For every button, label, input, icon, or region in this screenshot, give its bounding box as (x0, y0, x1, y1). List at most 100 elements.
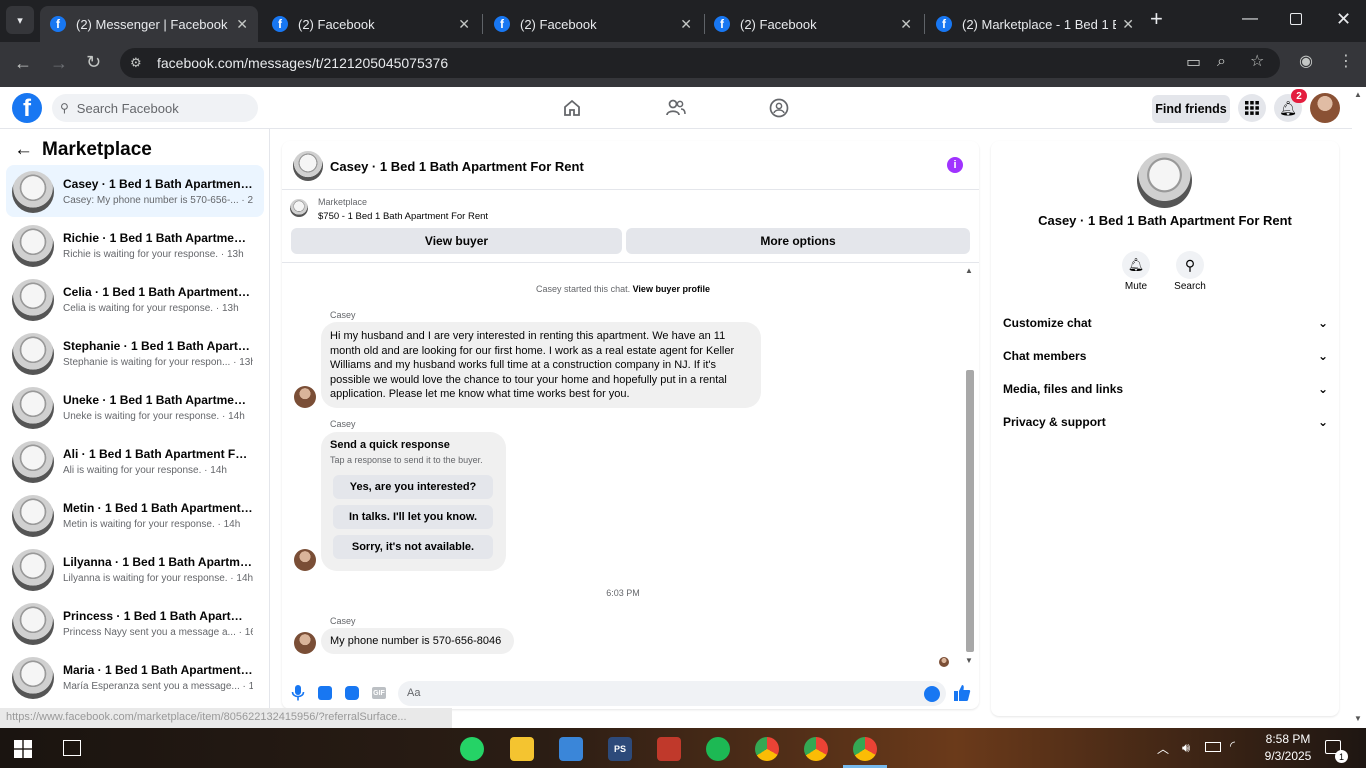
customize-chat-section[interactable]: Customize chat ⌄ (1003, 316, 1328, 330)
search-input[interactable]: ⚲ Search Facebook (52, 94, 258, 122)
conversation-item[interactable]: Ali · 1 Bed 1 Bath Apartment For Rent Ali… (6, 435, 264, 487)
photo-icon[interactable] (318, 686, 332, 700)
tab-facebook-3[interactable]: f (2) Facebook ✕ (704, 6, 922, 42)
home-nav-icon[interactable] (563, 99, 581, 116)
view-buyer-button[interactable]: View buyer (291, 228, 622, 254)
conversation-item[interactable]: Stephanie · 1 Bed 1 Bath Apartment For R… (6, 327, 264, 379)
sender-avatar[interactable] (294, 549, 316, 571)
conversation-item[interactable]: Uneke · 1 Bed 1 Bath Apartment For Rent U… (6, 381, 264, 433)
quick-response-in-talks[interactable]: In talks. I'll let you know. (333, 505, 493, 529)
search-conversation-button[interactable]: ⚲ (1176, 251, 1204, 279)
whatsapp-icon[interactable] (460, 737, 484, 761)
install-app-icon[interactable]: ▭ (1186, 55, 1201, 71)
chrome-icon[interactable] (755, 737, 779, 761)
chat-title[interactable]: Casey · 1 Bed 1 Bath Apartment For Rent (330, 159, 584, 174)
privacy-support-section[interactable]: Privacy & support ⌄ (1003, 415, 1328, 429)
conversation-item[interactable]: Richie · 1 Bed 1 Bath Apartment For Rent… (6, 219, 264, 271)
divider (282, 189, 979, 190)
conversation-item[interactable]: Celia · 1 Bed 1 Bath Apartment For Rent C… (6, 273, 264, 325)
clock-date[interactable]: 9/3/2025 (1258, 749, 1318, 763)
emoji-icon[interactable] (924, 686, 940, 702)
windows-start-icon[interactable] (14, 740, 32, 758)
close-tab-icon[interactable]: ✕ (458, 16, 470, 33)
wifi-icon[interactable]: ◜ (1230, 738, 1235, 754)
close-tab-icon[interactable]: ✕ (1122, 16, 1134, 33)
photoshop-icon[interactable]: PS (608, 737, 632, 761)
microsoft-store-icon[interactable] (559, 737, 583, 761)
battery-icon[interactable] (1205, 742, 1221, 752)
chat-scrollbar-thumb[interactable] (966, 370, 974, 652)
message-bubble[interactable]: My phone number is 570-656-8046 (321, 628, 514, 654)
page-scroll-down-icon[interactable]: ▼ (1354, 714, 1362, 723)
task-view-icon[interactable] (63, 740, 81, 756)
profile-icon[interactable]: ◉ (1299, 54, 1313, 70)
new-tab-button[interactable]: + (1150, 8, 1163, 30)
media-files-links-section[interactable]: Media, files and links ⌄ (1003, 382, 1328, 396)
page-scroll-up-icon[interactable]: ▲ (1354, 90, 1362, 99)
conversation-item[interactable]: Casey · 1 Bed 1 Bath Apartment For Rent C… (6, 165, 264, 217)
volume-icon[interactable]: 🔊︎ (1182, 740, 1190, 756)
conversation-name: Metin · 1 Bed 1 Bath Apartment For Rent (63, 501, 253, 515)
bookmark-star-icon[interactable]: ☆ (1250, 54, 1264, 70)
sender-avatar[interactable] (294, 386, 316, 408)
close-window-button[interactable]: ✕ (1336, 9, 1351, 30)
tab-search-button[interactable]: ▾ (6, 6, 34, 34)
conversation-item[interactable]: Metin · 1 Bed 1 Bath Apartment For Rent M… (6, 489, 264, 541)
minimize-button[interactable]: — (1242, 10, 1258, 28)
more-options-button[interactable]: More options (626, 228, 970, 254)
tray-chevron-icon[interactable]: ︿ (1157, 740, 1169, 757)
forward-icon[interactable]: → (50, 54, 68, 72)
panel-title: Marketplace (42, 139, 152, 160)
site-info-icon[interactable]: ⚙ (130, 55, 142, 71)
groups-nav-icon[interactable] (769, 98, 789, 118)
clock-time[interactable]: 8:58 PM (1258, 732, 1318, 746)
microphone-icon[interactable] (291, 685, 305, 701)
like-thumb-icon[interactable] (953, 684, 971, 702)
chat-scroll-up-icon[interactable]: ▲ (965, 266, 973, 275)
info-icon[interactable]: i (947, 157, 963, 173)
sender-avatar[interactable] (294, 632, 316, 654)
back-icon[interactable]: ← (14, 54, 32, 72)
chrome-active-icon[interactable] (853, 737, 877, 761)
menu-grid-button[interactable] (1238, 94, 1266, 122)
close-tab-icon[interactable]: ✕ (236, 16, 248, 33)
chrome-profile-icon[interactable] (804, 737, 828, 761)
tab-marketplace[interactable]: f (2) Marketplace - 1 Bed 1 Ba ✕ (926, 6, 1144, 42)
quick-response-not-available[interactable]: Sorry, it's not available. (333, 535, 493, 559)
restore-button[interactable] (1290, 13, 1302, 25)
url-text[interactable]: facebook.com/messages/t/2121205045075376 (157, 55, 448, 71)
message-composer-input[interactable]: Aa (398, 681, 946, 706)
chat-header-avatar[interactable] (293, 151, 323, 181)
reload-icon[interactable]: ↻ (86, 53, 101, 71)
conversation-preview: Richie is waiting for your response. · 1… (63, 249, 244, 260)
facebook-logo[interactable]: f (12, 93, 42, 123)
listing-price-title[interactable]: $750 - 1 Bed 1 Bath Apartment For Rent (318, 211, 488, 222)
view-buyer-profile-link[interactable]: View buyer profile (633, 284, 710, 294)
gif-icon[interactable]: GIF (372, 687, 386, 699)
listing-thumbnail[interactable] (290, 199, 308, 217)
quick-response-yes[interactable]: Yes, are you interested? (333, 475, 493, 499)
sticker-icon[interactable] (345, 686, 359, 700)
details-avatar[interactable] (1137, 153, 1192, 208)
conversation-item[interactable]: Princess · 1 Bed 1 Bath Apartment For Re… (6, 597, 264, 649)
tab-facebook-1[interactable]: f (2) Facebook ✕ (262, 6, 480, 42)
close-tab-icon[interactable]: ✕ (680, 16, 692, 33)
snipping-tool-icon[interactable] (657, 737, 681, 761)
conversation-item[interactable]: Maria · 1 Bed 1 Bath Apartment For Rent M… (6, 651, 264, 703)
spotify-icon[interactable] (706, 737, 730, 761)
chat-scroll-down-icon[interactable]: ▼ (965, 656, 973, 665)
account-avatar[interactable] (1310, 93, 1340, 123)
tab-facebook-2[interactable]: f (2) Facebook ✕ (484, 6, 702, 42)
tab-messenger[interactable]: f (2) Messenger | Facebook ✕ (40, 6, 258, 42)
message-bubble[interactable]: Hi my husband and I are very interested … (321, 322, 761, 408)
zoom-icon[interactable]: ⌕ (1217, 54, 1226, 70)
find-friends-button[interactable]: Find friends (1152, 95, 1230, 123)
close-tab-icon[interactable]: ✕ (900, 16, 912, 33)
browser-menu-icon[interactable]: ⋮ (1338, 54, 1354, 70)
file-explorer-icon[interactable] (510, 737, 534, 761)
mute-button[interactable]: 🔔︎ (1122, 251, 1150, 279)
back-arrow-icon[interactable]: ← (14, 139, 33, 161)
conversation-item[interactable]: Lilyanna · 1 Bed 1 Bath Apartment For Re… (6, 543, 264, 595)
friends-nav-icon[interactable] (666, 99, 686, 117)
chat-members-section[interactable]: Chat members ⌄ (1003, 349, 1328, 363)
